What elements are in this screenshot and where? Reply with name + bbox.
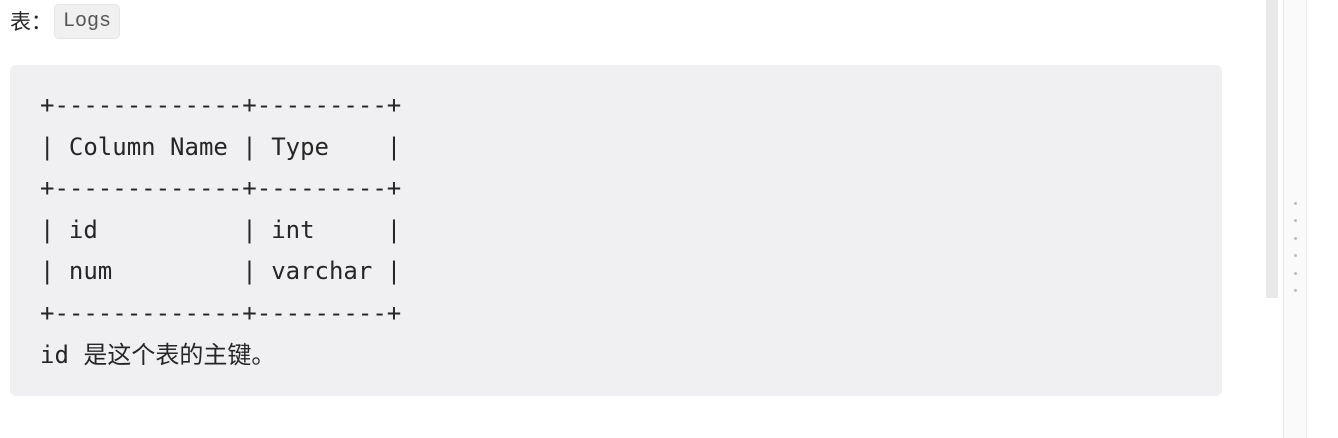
- code-line-border-bottom: +-------------+---------+: [40, 298, 402, 327]
- drag-dot: [1293, 202, 1297, 205]
- table-name-line: 表： Logs: [10, 2, 121, 40]
- table-label-prefix: 表：: [10, 10, 52, 34]
- code-line-row-id: | id | int |: [40, 215, 402, 244]
- code-line-border-header: +-------------+---------+: [40, 174, 402, 203]
- drag-dot: [1293, 288, 1297, 292]
- drag-dot: [1293, 236, 1297, 240]
- code-line-primary-key-note: id 是这个表的主键。: [40, 340, 276, 369]
- vertical-scrollbar[interactable]: [1266, 0, 1278, 298]
- code-line-border-top: +-------------+---------+: [40, 91, 402, 119]
- schema-code: +-------------+---------+ | Column Name |…: [40, 85, 401, 376]
- code-line-header: | Column Name | Type |: [40, 132, 402, 161]
- panel-resizer[interactable]: [1283, 0, 1307, 438]
- table-name-code: Logs: [54, 3, 121, 39]
- code-line-row-num: | num | varchar |: [40, 257, 402, 286]
- drag-handle-icon[interactable]: [1293, 202, 1297, 292]
- drag-dot: [1293, 219, 1297, 223]
- drag-dot: [1293, 271, 1297, 275]
- problem-description: 表： Logs +-------------+---------+ | Colum…: [0, 0, 1266, 438]
- schema-code-block: +-------------+---------+ | Column Name |…: [10, 65, 1222, 396]
- drag-dot: [1293, 254, 1297, 258]
